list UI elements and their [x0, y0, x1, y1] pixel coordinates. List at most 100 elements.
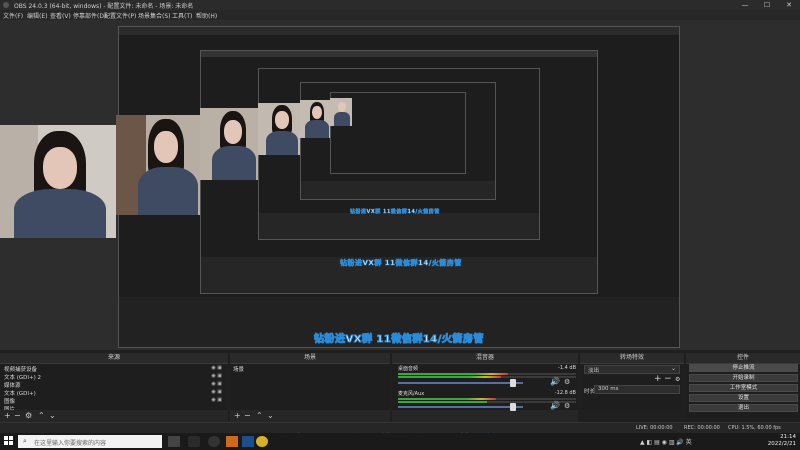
search-placeholder: 在这里输入你要搜索的内容 [34, 440, 107, 447]
task-view-icon[interactable] [168, 436, 180, 447]
app-icon[interactable] [188, 436, 200, 447]
close-button[interactable]: ✕ [778, 0, 800, 10]
overlay-text-nested-2: 钻粉进VX群 11微信群14/火箭房管 [340, 259, 462, 268]
webcam-capture-4 [258, 103, 300, 155]
mixer-dock-title: 混音器 [392, 353, 578, 364]
source-item[interactable]: 文本 (GDI+) 2 [4, 373, 41, 381]
webcam-capture-2 [116, 115, 200, 215]
maximize-button[interactable]: ☐ [756, 0, 778, 10]
menu-docks[interactable]: 停靠部件(D) [73, 11, 106, 20]
overlay-text-nested: 钻粉进VX群 11微信群14/火箭房管 [314, 334, 484, 346]
duration-field[interactable]: 300 ms [594, 385, 680, 394]
cpu-fps: CPU: 1.5%, 60.00 fps [728, 425, 781, 431]
scene-item[interactable]: 场景 [233, 365, 244, 373]
move-down-icon[interactable]: ⌄ [267, 411, 274, 420]
rec-timer: REC: 00:00:00 [684, 425, 720, 431]
visibility-lock-icons[interactable]: ◉ ▣ [211, 381, 222, 387]
menu-edit[interactable]: 编辑(E) [27, 11, 47, 20]
track-db: -1.4 dB [558, 365, 576, 371]
windows-start-icon[interactable] [4, 436, 14, 446]
sources-dock-title: 来源 [0, 353, 228, 364]
menu-help[interactable]: 帮助(H) [196, 11, 217, 20]
overlay-text-nested-3: 钻粉进VX群 11微信群14/火箭房管 [350, 209, 440, 215]
menu-profile[interactable]: 配置文件(P) [104, 11, 136, 20]
taskbar: ⌕ 在这里输入你要搜索的内容 ▲ ◧ ▤ ◉ ▥ 🔊 英 21:14 2022/… [0, 433, 800, 450]
start-recording-button[interactable]: 开始录制 [689, 374, 798, 382]
taskbar-search[interactable]: ⌕ 在这里输入你要搜索的内容 [18, 435, 162, 448]
window-title: OBS 24.0.3 (64-bit, windows) - 配置文件: 未命名… [14, 3, 194, 10]
level-meter [398, 398, 496, 400]
mixer-track-mic: 麦克风/Aux -12.8 dB 🔊 ⚙ [398, 390, 576, 412]
source-item[interactable]: 图像 [4, 397, 15, 405]
clock-date: 2022/2/21 [767, 441, 796, 447]
transition-select[interactable]: 淡出 ⌄ [584, 365, 680, 374]
obs-logo-icon [3, 2, 9, 8]
minimize-button[interactable]: — [734, 0, 756, 10]
preview-canvas[interactable]: 钻粉进VX群 11微信群14/火箭房管 钻粉进VX群 11微信群14/火箭房管 … [0, 20, 800, 350]
transition-select-value: 淡出 [588, 368, 600, 374]
exit-button[interactable]: 退出 [689, 404, 798, 412]
add-icon[interactable]: + [654, 374, 662, 384]
visibility-lock-icons[interactable]: ◉ ▣ [211, 389, 222, 395]
move-up-icon[interactable]: ⌃ [256, 411, 263, 420]
gear-icon[interactable]: ⚙ [564, 378, 570, 386]
source-item[interactable]: 视频捕获设备 [4, 365, 37, 373]
obs-taskbar-icon[interactable] [208, 436, 220, 447]
live-timer: LIVE: 00:00:00 [636, 425, 673, 431]
webcam-capture-5 [300, 100, 330, 138]
scenes-list[interactable]: 场景 [230, 364, 390, 410]
remove-icon[interactable]: − [664, 374, 672, 384]
transitions-dock-title: 转场特效 [580, 353, 684, 364]
mixer-track-desktop: 桌面音频 -1.4 dB 🔊 ⚙ [398, 365, 576, 389]
controls-dock-title: 控件 [686, 353, 800, 364]
remove-icon[interactable]: − [14, 411, 21, 420]
volume-slider-handle[interactable] [510, 403, 516, 411]
studio-mode-button[interactable]: 工作室模式 [689, 384, 798, 392]
speaker-icon[interactable]: 🔊 [550, 377, 560, 386]
settings-button[interactable]: 设置 [689, 394, 798, 402]
app-icon[interactable] [226, 436, 238, 447]
webcam-capture-6 [330, 98, 352, 126]
volume-slider-handle[interactable] [510, 379, 516, 387]
volume-slider[interactable] [398, 382, 523, 384]
visibility-lock-icons[interactable]: ◉ ▣ [211, 397, 222, 403]
chevron-down-icon: ⌄ [670, 365, 676, 372]
clock-time: 21:14 [780, 434, 796, 440]
remove-icon[interactable]: − [244, 411, 251, 420]
level-meter [398, 373, 509, 375]
transitions-panel: 淡出 ⌄ + − ⚙ 时长 300 ms [580, 364, 684, 410]
controls-panel [686, 364, 800, 422]
stop-streaming-button[interactable]: 停止推流 [689, 364, 798, 372]
webcam-capture-3 [200, 108, 258, 180]
menu-tools[interactable]: 工具(T) [172, 11, 192, 20]
sources-list[interactable]: 视频捕获设备 文本 (GDI+) 2 媒体源 文本 (GDI+) 图像 图片 ◉… [0, 364, 228, 413]
track-name: 桌面音频 [398, 366, 419, 372]
duration-value: 300 ms [598, 386, 619, 392]
search-icon: ⌕ [23, 437, 27, 445]
gear-icon[interactable]: ⚙ [675, 376, 680, 383]
source-item[interactable]: 媒体源 [4, 381, 21, 389]
scenes-toolbar: + − ⌃ ⌄ [230, 410, 390, 422]
gear-icon[interactable]: ⚙ [564, 402, 570, 410]
move-up-icon[interactable]: ⌃ [38, 411, 45, 420]
visibility-lock-icons[interactable]: ◉ ▣ [211, 373, 222, 379]
gear-icon[interactable]: ⚙ [25, 411, 32, 420]
add-icon[interactable]: + [234, 411, 241, 420]
webcam-capture [0, 125, 116, 238]
add-icon[interactable]: + [4, 411, 11, 420]
move-down-icon[interactable]: ⌄ [49, 411, 56, 420]
menu-file[interactable]: 文件(F) [3, 11, 23, 20]
menu-bar: 文件(F) 编辑(E) 查看(V) 停靠部件(D) 配置文件(P) 场景集合(S… [0, 10, 800, 20]
source-item[interactable]: 文本 (GDI+) [4, 389, 36, 397]
tray-icons[interactable]: ▲ ◧ ▤ ◉ ▥ 🔊 英 [640, 437, 720, 446]
app-icon[interactable] [256, 436, 268, 447]
volume-slider[interactable] [398, 406, 523, 408]
menu-scene-collection[interactable]: 场景集合(S) [138, 11, 171, 20]
taskbar-clock[interactable]: 21:14 2022/2/21 [768, 434, 796, 448]
scenes-dock-title: 场景 [230, 353, 390, 364]
steam-icon[interactable] [242, 436, 254, 447]
speaker-icon[interactable]: 🔊 [550, 401, 560, 410]
visibility-lock-icons[interactable]: ◉ ▣ [211, 365, 222, 371]
menu-view[interactable]: 查看(V) [50, 11, 71, 20]
title-bar: OBS 24.0.3 (64-bit, windows) - 配置文件: 未命名… [0, 0, 800, 10]
